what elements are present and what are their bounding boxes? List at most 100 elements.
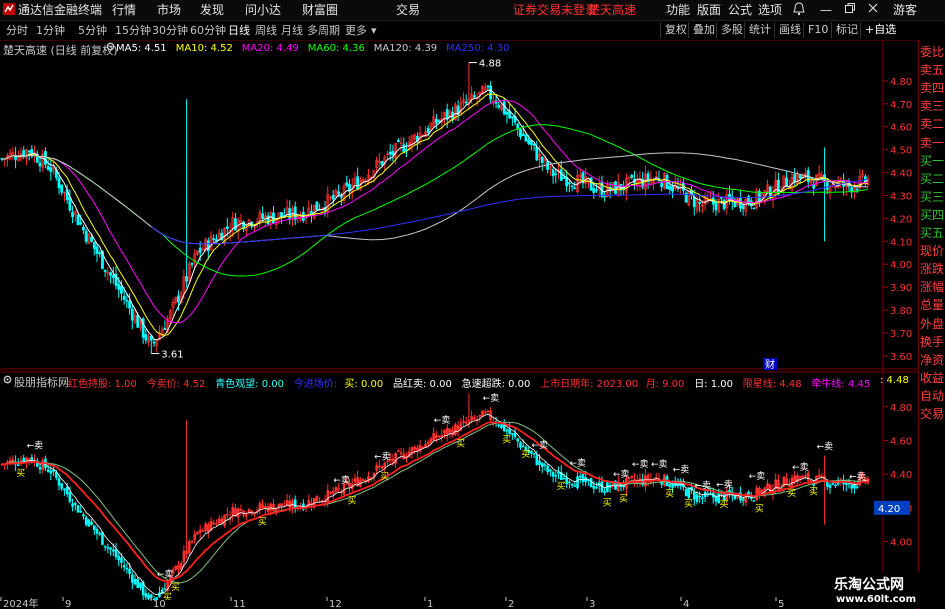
sidebar-item-9[interactable]: 买四 — [920, 206, 945, 224]
tab-fenshi[interactable]: 分时 — [6, 23, 28, 38]
ind-candle-body — [90, 521, 93, 525]
statistics-button[interactable]: 统计 — [744, 22, 775, 38]
sell-signal: ←卖 — [792, 462, 809, 473]
sidebar-item-19[interactable]: 自动 — [920, 387, 945, 405]
tab-5min[interactable]: 5分钟 — [78, 23, 107, 38]
tab-daily[interactable]: 日线 — [228, 23, 250, 38]
ind-price-tick-label: 4.00 — [890, 538, 912, 549]
sidebar-item-15[interactable]: 外盘 — [920, 315, 945, 333]
sidebar-item-10[interactable]: 买五 — [920, 224, 945, 242]
add-watchlist-button[interactable]: +自选 — [860, 22, 900, 38]
f10-button[interactable]: F10 — [803, 22, 832, 38]
date-label: 1 — [427, 599, 433, 609]
sidebar-item-1[interactable]: 卖五 — [920, 61, 945, 79]
sidebar-item-20[interactable]: 交易 — [920, 405, 945, 423]
close-icon[interactable] — [867, 2, 879, 18]
sidebar-item-7[interactable]: 买二 — [920, 170, 945, 188]
candle-body — [573, 187, 577, 190]
sidebar-item-12[interactable]: 涨跌 — [920, 260, 945, 278]
tab-monthly[interactable]: 月线 — [281, 23, 303, 38]
ind-candle-body — [402, 453, 406, 460]
ind-candle-body — [521, 445, 525, 448]
sidebar-item-18[interactable]: 收益 — [920, 369, 945, 387]
quote-sidebar: 委比 卖五 卖四 卖三 卖二 卖一 买一 买二 买三 买四 买五 现价 涨跌 涨幅 总量 外盘 换手 净资 收益 自动… — [918, 40, 945, 609]
ind-candle-body — [432, 432, 435, 441]
tab-1min[interactable]: 1分钟 — [36, 23, 65, 38]
menu-shichang[interactable]: 市场 — [157, 2, 181, 18]
guest-login[interactable]: 游客 — [893, 2, 917, 18]
candle-body — [198, 247, 202, 253]
sidebar-item-4[interactable]: 卖二 — [920, 115, 945, 133]
candle-body — [177, 295, 180, 303]
sidebar-item-16[interactable]: 换手 — [920, 333, 945, 351]
ind-candle-body — [435, 434, 438, 439]
tab-15min[interactable]: 15分钟 — [115, 23, 151, 38]
sell-signal: ←卖 — [532, 440, 549, 451]
ind-candle-body — [470, 416, 473, 421]
candle-body — [117, 283, 121, 290]
tab-weekly[interactable]: 周线 — [255, 23, 277, 38]
draw-line-button[interactable]: 画线 — [774, 22, 805, 38]
ind-candle-body — [692, 492, 696, 500]
sidebar-item-2[interactable]: 卖四 — [920, 79, 945, 97]
more-dropdown-icon[interactable]: ▾ — [371, 23, 377, 38]
restore-button[interactable] — [844, 2, 856, 18]
ind-candle-body — [177, 564, 180, 570]
candle-body — [486, 85, 490, 88]
ind-candle-body — [329, 492, 332, 494]
date-label: 2024年 — [3, 597, 38, 609]
tab-60min[interactable]: 60分钟 — [190, 23, 226, 38]
date-label: 3 — [589, 599, 595, 609]
ind-candle-body — [231, 507, 235, 516]
ind-candle-body — [253, 513, 256, 515]
candlestick-chart[interactable]: 4.80 4.70 4.60 4.50 4.40 4.30 4.20 4.10 4.00 3.90… — [0, 40, 918, 370]
sidebar-item-0[interactable]: 委比 — [920, 43, 945, 61]
ind-candle-body — [698, 495, 701, 498]
sidebar-item-11[interactable]: 现价 — [920, 242, 945, 260]
ind-price-tick-label: 4.40 — [890, 470, 912, 481]
sidebar-item-5[interactable]: 卖一 — [920, 134, 945, 152]
trade-login-notice[interactable]: 证券交易未登录 — [513, 2, 597, 18]
ind-candle-body — [136, 578, 140, 588]
candle-body — [793, 174, 797, 183]
sidebar-item-3[interactable]: 卖三 — [920, 97, 945, 115]
sell-signal: ←卖 — [570, 458, 587, 469]
ind-candle-body — [163, 588, 167, 591]
fuquan-button[interactable]: 复权 — [660, 22, 691, 38]
ind-candle-body — [38, 467, 42, 470]
sidebar-item-13[interactable]: 涨幅 — [920, 278, 945, 296]
ind-candle-body — [139, 582, 142, 588]
sidebar-item-17[interactable]: 净资 — [920, 351, 945, 369]
mark-button[interactable]: 标记 — [831, 22, 862, 38]
multi-stock-button[interactable]: 多股 — [716, 22, 747, 38]
sidebar-item-6[interactable]: 买一 — [920, 152, 945, 170]
menu-xuanxiang[interactable]: 选项 — [758, 2, 782, 18]
sidebar-item-14[interactable]: 总量 — [920, 296, 945, 314]
candle-body — [798, 175, 802, 179]
menu-gongneng[interactable]: 功能 — [666, 2, 690, 18]
ind-candle-body — [443, 429, 446, 434]
menu-hangqing[interactable]: 行情 — [112, 2, 136, 18]
bell-icon[interactable] — [793, 2, 805, 18]
overlay-button[interactable]: 叠加 — [688, 22, 719, 38]
ind-candle-body — [478, 414, 482, 417]
ind-candle-body — [701, 497, 704, 500]
sell-signal: ←卖 — [673, 464, 690, 475]
minimize-button[interactable]: — — [820, 2, 832, 18]
menu-wenxiaoda[interactable]: 问小达 — [245, 2, 281, 18]
tab-30min[interactable]: 30分钟 — [152, 23, 188, 38]
candle-body — [570, 185, 574, 188]
menu-caifuquan[interactable]: 财富圈 — [302, 2, 338, 18]
tab-more[interactable]: 更多 — [345, 23, 367, 38]
menu-gongshi[interactable]: 公式 — [728, 2, 752, 18]
ind-candle-body — [592, 485, 596, 489]
indicator-chart[interactable]: 4.804.604.404.204.003.804.2014:5614:5614… — [0, 370, 918, 600]
ind-candle-body — [245, 514, 248, 517]
menu-jiaoyi[interactable]: 交易 — [396, 2, 420, 18]
candle-body — [521, 133, 525, 136]
menu-banmian[interactable]: 版面 — [697, 2, 721, 18]
sidebar-item-8[interactable]: 买三 — [920, 188, 945, 206]
menu-faxian[interactable]: 发现 — [200, 2, 224, 18]
ind-candle-body — [193, 533, 197, 541]
tab-multi-period[interactable]: 多周期 — [307, 23, 340, 38]
